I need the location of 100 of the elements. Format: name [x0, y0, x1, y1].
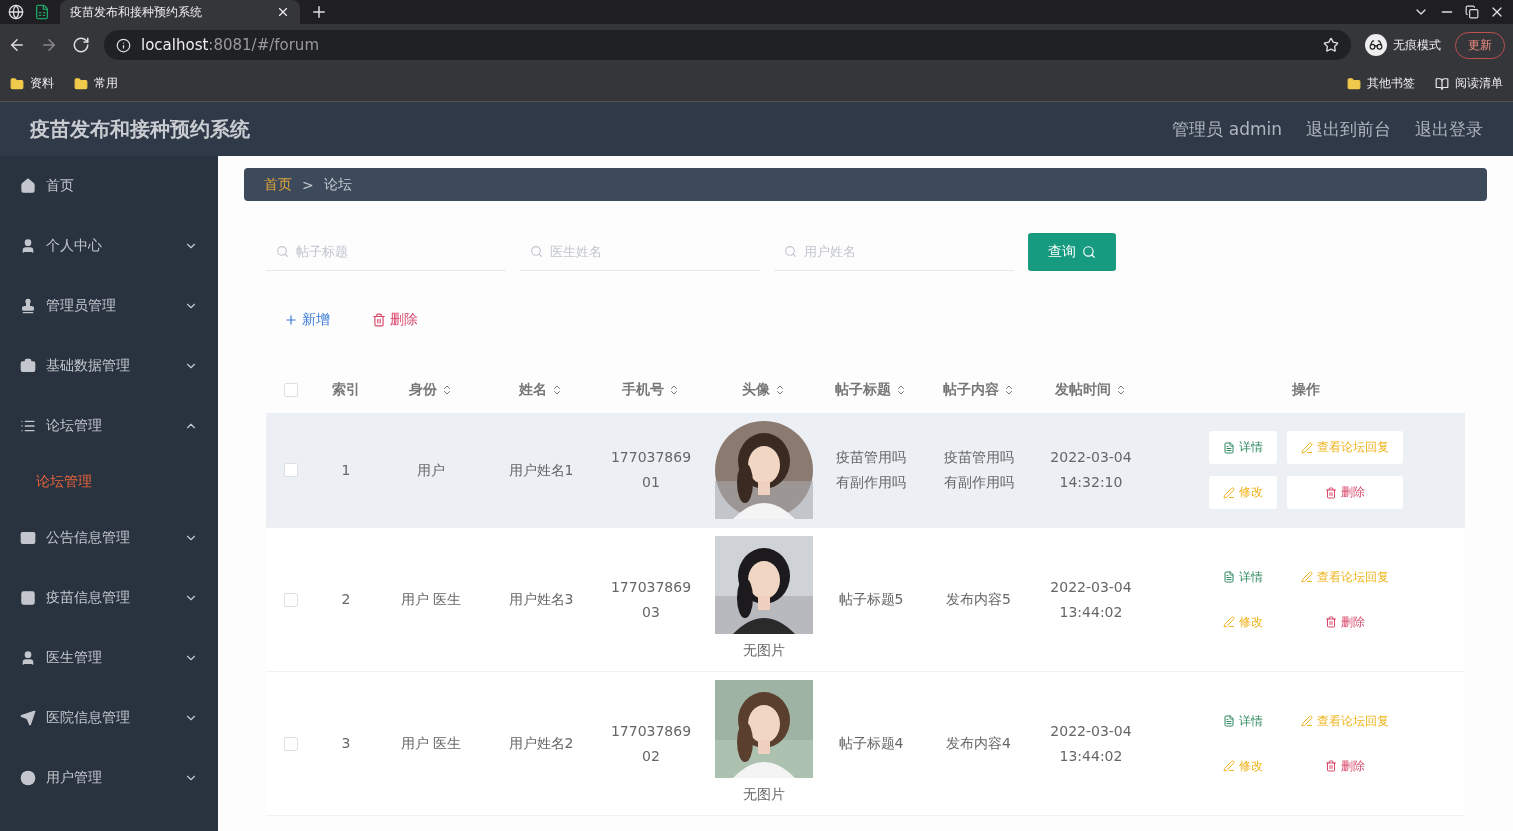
column-header[interactable]: 操作	[1291, 381, 1320, 399]
table-cell-text: 17703786902	[609, 721, 693, 766]
column-header[interactable]: 索引	[332, 381, 360, 399]
trash-icon	[1324, 616, 1337, 628]
table-cell-text: 帖子标题4	[837, 734, 905, 753]
folder-icon	[74, 76, 88, 91]
document-icon	[1222, 441, 1235, 454]
checkbox[interactable]	[284, 736, 298, 751]
column-header[interactable]: 头像	[741, 381, 786, 399]
bookmark-label[interactable]: 阅读清单	[1455, 75, 1503, 92]
details-button[interactable]: 详情	[1208, 431, 1277, 464]
delete-button[interactable]: 删除	[1286, 476, 1403, 509]
sort-icon	[551, 384, 563, 396]
table-cell-text: 无图片	[742, 641, 785, 660]
spreadsheet-icon[interactable]	[34, 4, 50, 20]
search-button[interactable]: 查询	[1028, 233, 1116, 271]
restore-icon[interactable]	[1465, 5, 1479, 19]
sidebar-item[interactable]: 用户管理	[0, 748, 218, 808]
table-cell-text: 用户姓名2	[508, 734, 574, 753]
app-title: 疫苗发布和接种预约系统	[30, 115, 250, 143]
pencil-icon	[1300, 441, 1313, 454]
checkbox[interactable]	[284, 592, 298, 607]
column-header[interactable]: 姓名	[519, 381, 563, 399]
table-cell-text: 17703786903	[609, 577, 693, 622]
pencil-icon	[1222, 760, 1235, 772]
stamp-icon	[20, 298, 36, 314]
table-cell-text: 疫苗管用吗有副作用吗	[942, 448, 1015, 492]
add-button[interactable]: 新增	[278, 307, 336, 333]
document-icon	[1222, 571, 1235, 583]
briefcase-icon	[20, 358, 36, 374]
browser-tab[interactable]: 疫苗发布和接种预约系统	[60, 0, 300, 24]
forward-icon[interactable]	[40, 36, 58, 54]
column-header[interactable]: 帖子标题	[835, 381, 907, 399]
trash-icon	[1324, 486, 1337, 499]
column-header[interactable]: 发帖时间	[1055, 381, 1127, 399]
trash-icon	[1324, 760, 1337, 772]
delete-button[interactable]: 删除	[366, 307, 424, 333]
checkbox[interactable]	[284, 463, 298, 477]
list-icon	[20, 418, 36, 434]
search-field[interactable]: 用户姓名	[774, 233, 1014, 271]
table-cell-text: 发布内容4	[945, 734, 1012, 753]
table-cell-text: 用户姓名3	[508, 590, 574, 609]
search-field[interactable]: 医生姓名	[520, 233, 760, 271]
column-header[interactable]: 手机号	[622, 381, 680, 399]
sort-icon	[1115, 384, 1127, 396]
globe-icon[interactable]	[8, 4, 24, 20]
search-icon	[1082, 245, 1096, 259]
sidebar-item[interactable]: 基础数据管理	[0, 336, 218, 396]
folder-icon	[10, 76, 24, 91]
header-link[interactable]: 管理员 admin	[1172, 117, 1282, 141]
sidebar-item[interactable]: 管理员管理	[0, 276, 218, 336]
reading-list-icon	[1435, 76, 1449, 91]
checkbox[interactable]	[284, 383, 298, 397]
sidebar-item[interactable]: 疫苗信息管理	[0, 568, 218, 628]
table-cell-text: 无图片	[742, 785, 785, 804]
table-cell-text: 2022-03-04 13:44:02	[1049, 721, 1133, 766]
url-host: localhost	[141, 36, 209, 54]
table-cell-text: 帖子标题5	[837, 590, 905, 609]
table-cell-text: 17703786901	[609, 448, 693, 492]
reload-icon[interactable]	[72, 36, 90, 54]
bookmark-label[interactable]: 其他书签	[1367, 75, 1415, 92]
incognito-icon[interactable]	[1365, 34, 1387, 56]
breadcrumb-item[interactable]: 首页	[264, 175, 292, 194]
document-icon	[1222, 715, 1235, 727]
star-icon[interactable]	[1323, 37, 1339, 53]
sidebar-subitem[interactable]: 论坛管理	[0, 456, 218, 508]
table-cell-text: 发布内容5	[945, 590, 1012, 609]
header-link[interactable]: 退出到前台	[1306, 117, 1391, 141]
sidebar-item[interactable]: 公告信息管理	[0, 508, 218, 568]
person-icon	[20, 238, 36, 254]
table-cell-text: 用户 医生	[400, 590, 462, 609]
sidebar-item[interactable]: 医院信息管理	[0, 688, 218, 748]
new-tab-icon[interactable]	[310, 3, 328, 21]
pencil-icon	[1300, 571, 1313, 583]
url-path: :8081/#/forum	[208, 36, 319, 54]
column-header[interactable]: 身份	[409, 381, 453, 399]
folder-icon	[1347, 76, 1361, 91]
bookmark-label[interactable]: 资料	[30, 75, 54, 92]
table-cell-text: 疫苗管用吗有副作用吗	[835, 448, 907, 492]
pencil-icon	[1222, 486, 1235, 499]
close-icon[interactable]	[276, 5, 290, 19]
search-icon	[530, 245, 543, 258]
bookmark-label[interactable]: 常用	[94, 75, 118, 92]
sidebar-item[interactable]: 医生管理	[0, 628, 218, 688]
sort-icon	[895, 384, 907, 396]
sort-icon	[668, 384, 680, 396]
table-cell-text: 2	[341, 590, 351, 609]
search-icon	[784, 245, 797, 258]
sidebar-item[interactable]: 首页	[0, 156, 218, 216]
address-bar[interactable]: localhost:8081/#/forum	[104, 30, 1351, 60]
paper-plane-icon	[20, 710, 36, 726]
sidebar-item[interactable]: 个人中心	[0, 216, 218, 276]
table-cell-text: 用户姓名1	[508, 460, 574, 480]
column-header[interactable]: 帖子内容	[942, 381, 1015, 399]
sidebar-item[interactable]: 论坛管理	[0, 396, 218, 456]
person-icon	[20, 650, 36, 666]
info-icon	[116, 37, 131, 53]
breadcrumb-separator: >	[302, 176, 314, 193]
header-link[interactable]: 退出登录	[1415, 117, 1483, 141]
back-icon[interactable]	[8, 36, 26, 54]
